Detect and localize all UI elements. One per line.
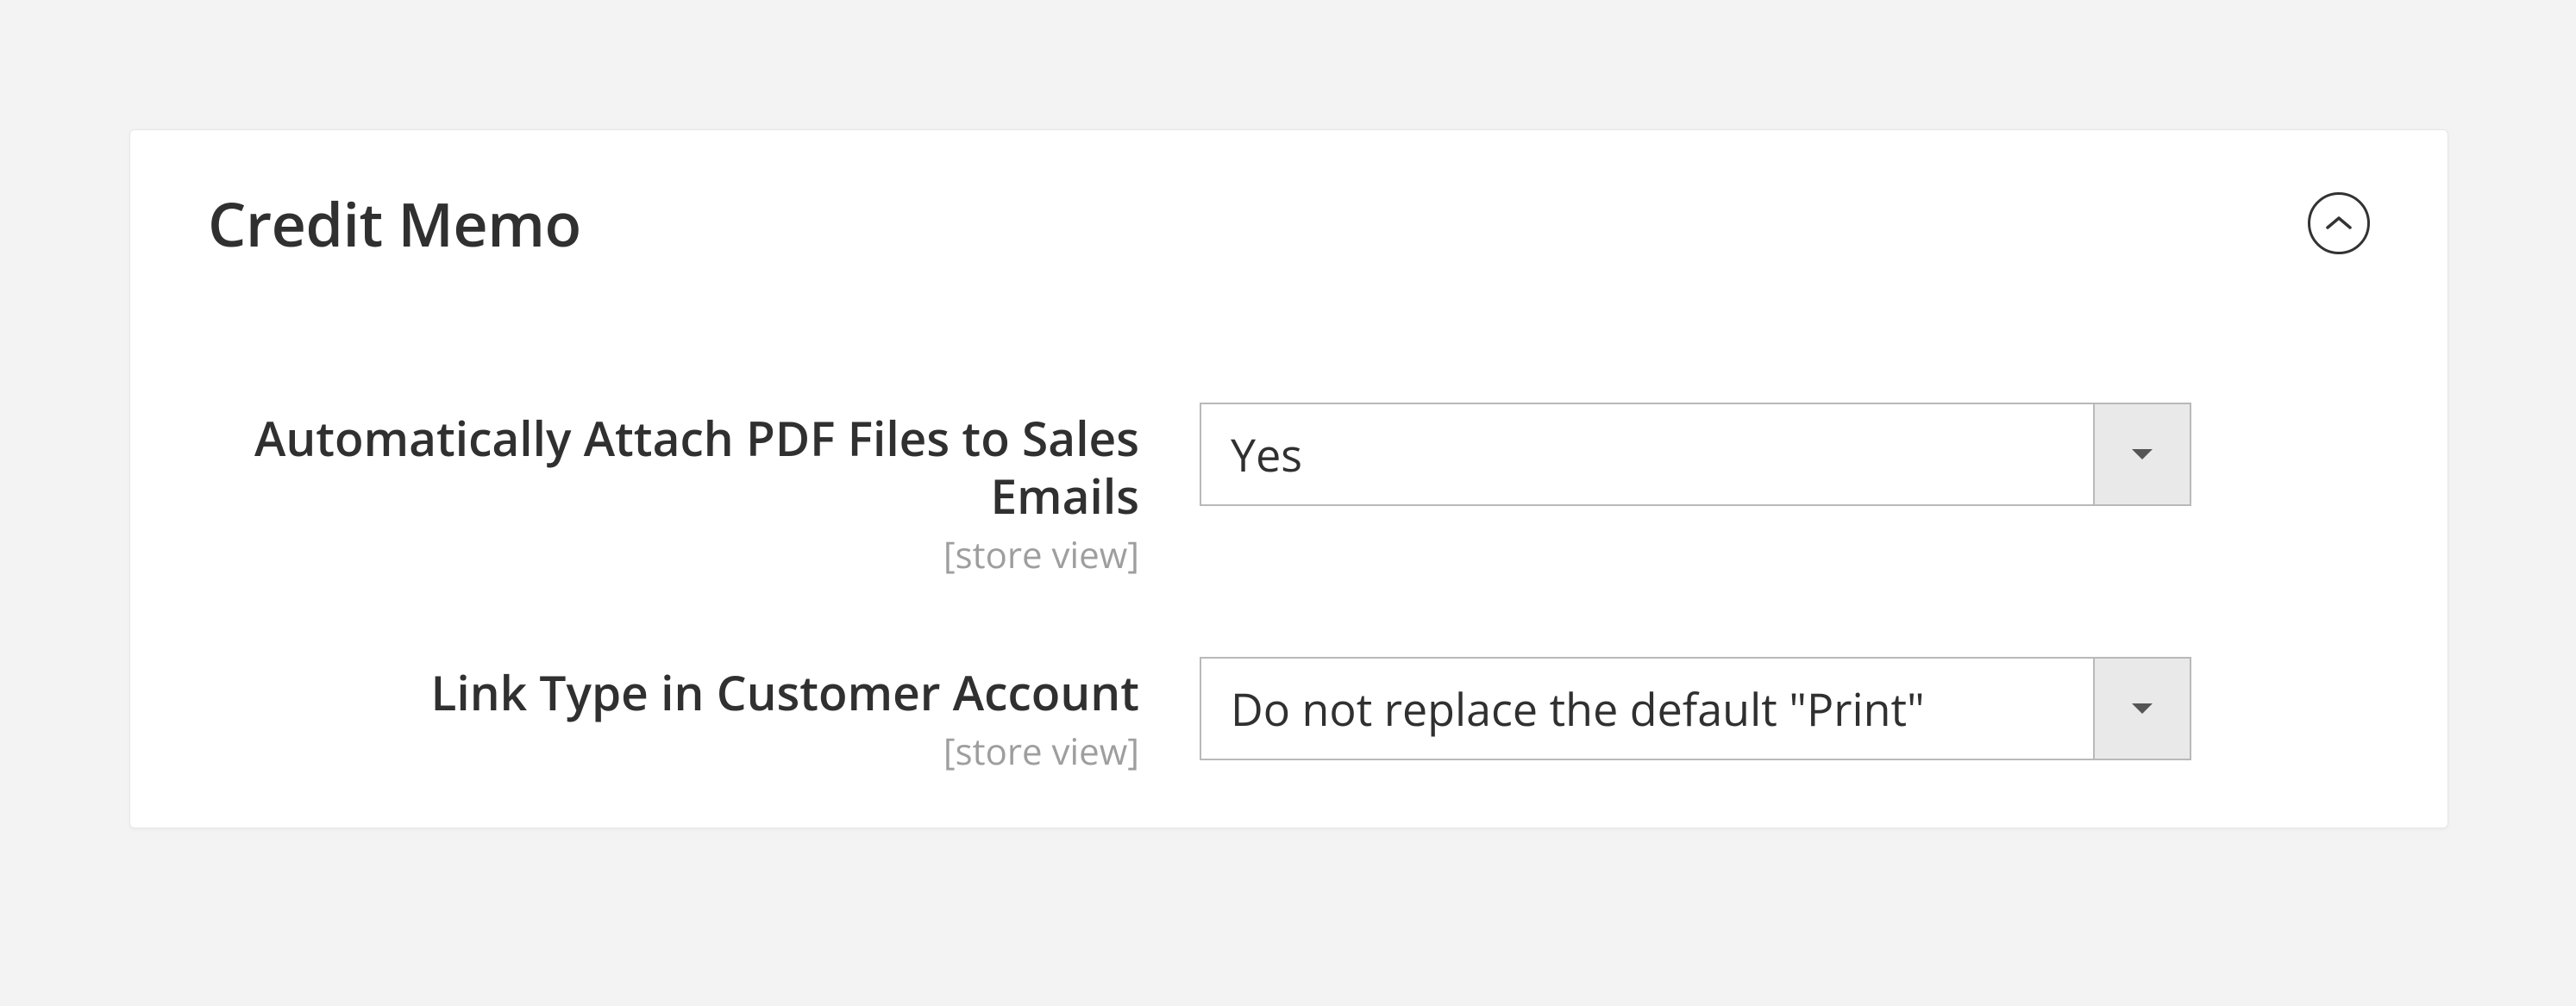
credit-memo-panel: Credit Memo Automatically Attach PDF Fil… [129,129,2448,828]
select-value: Do not replace the default "Print" [1201,678,2093,740]
chevron-down-icon [2130,702,2154,715]
field-row-link-type: Link Type in Customer Account [store vie… [208,657,2370,776]
field-scope-auto-attach-pdf: [store view] [208,530,1139,579]
panel-body: Automatically Attach PDF Files to Sales … [130,282,2448,776]
dropdown-arrow-button[interactable] [2093,404,2190,504]
field-label-link-type: Link Type in Customer Account [208,664,1139,722]
panel-header: Credit Memo [130,130,2448,282]
field-scope-link-type: [store view] [208,727,1139,776]
chevron-up-icon [2326,216,2352,231]
auto-attach-pdf-select[interactable]: Yes [1200,403,2191,506]
chevron-down-icon [2130,447,2154,461]
field-control-col: Do not replace the default "Print" [1200,657,2191,760]
collapse-toggle-button[interactable] [2308,192,2370,254]
field-label-auto-attach-pdf: Automatically Attach PDF Files to Sales … [208,409,1139,525]
select-value: Yes [1201,424,2093,485]
dropdown-arrow-button[interactable] [2093,659,2190,759]
field-label-col: Automatically Attach PDF Files to Sales … [208,403,1200,579]
field-row-auto-attach-pdf: Automatically Attach PDF Files to Sales … [208,403,2370,579]
field-control-col: Yes [1200,403,2191,506]
panel-title: Credit Memo [208,182,581,265]
link-type-select[interactable]: Do not replace the default "Print" [1200,657,2191,760]
field-label-col: Link Type in Customer Account [store vie… [208,657,1200,776]
